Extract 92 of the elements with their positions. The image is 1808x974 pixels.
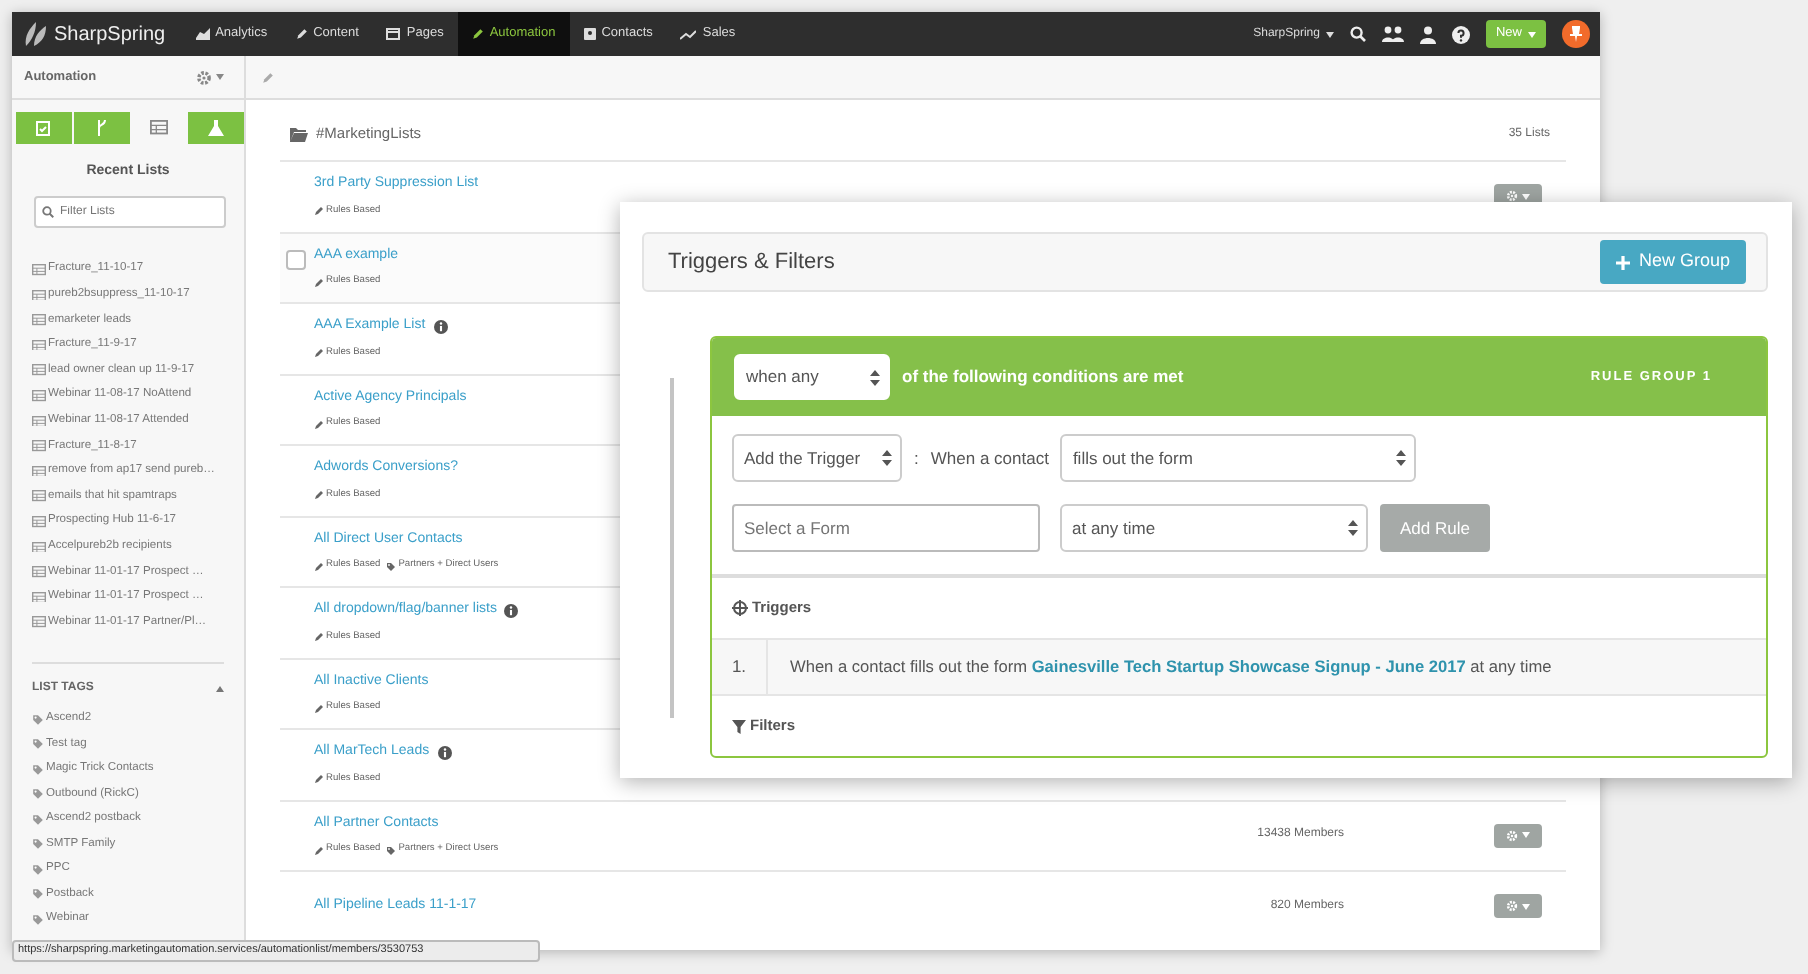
table-icon xyxy=(32,591,46,603)
brand-name: SharpSpring xyxy=(54,21,166,49)
table-icon xyxy=(32,515,46,528)
pencil-icon xyxy=(295,28,308,40)
tag-icon xyxy=(32,863,44,876)
people-icon[interactable] xyxy=(1381,25,1404,43)
sort-icon xyxy=(1348,520,1358,536)
row-checkbox[interactable] xyxy=(286,249,306,269)
pencil-icon xyxy=(314,561,324,571)
tag-icon xyxy=(32,738,44,751)
trigger-select[interactable]: Add the Trigger xyxy=(732,434,902,482)
search-icon[interactable] xyxy=(1349,26,1366,42)
pencil-icon xyxy=(314,206,324,216)
sidebar-tab[interactable] xyxy=(73,112,129,144)
tag-icon xyxy=(32,763,44,776)
caret-icon xyxy=(216,74,224,80)
table-icon xyxy=(32,314,46,326)
table-icon xyxy=(32,541,46,553)
tag-icon xyxy=(32,813,44,826)
plus-icon xyxy=(1616,255,1631,269)
tag-icon xyxy=(32,838,44,851)
window-icon xyxy=(386,28,401,40)
tag-icon xyxy=(32,913,44,926)
gear-icon xyxy=(1506,829,1518,842)
help-icon[interactable] xyxy=(1451,25,1470,43)
crosshair-icon xyxy=(732,600,748,616)
contact-card-icon xyxy=(583,28,596,40)
table-icon xyxy=(32,616,46,628)
table-icon xyxy=(32,490,46,502)
pencil-icon xyxy=(314,845,324,855)
tag-icon xyxy=(32,788,44,801)
sidebar-tab[interactable] xyxy=(188,112,244,144)
table-icon xyxy=(32,339,46,351)
row-settings-button[interactable] xyxy=(1494,894,1542,919)
pencil-icon xyxy=(314,419,324,429)
new-group-button[interactable]: New Group xyxy=(1600,240,1746,284)
pencil-icon xyxy=(314,490,324,500)
leaf-logo-icon xyxy=(24,20,48,48)
action-select[interactable]: fills out the form xyxy=(1060,434,1417,482)
tag-icon xyxy=(386,845,397,855)
sort-icon xyxy=(1396,450,1407,466)
table-icon xyxy=(32,364,46,376)
pin-icon xyxy=(1570,26,1582,42)
bar-chart-icon xyxy=(195,28,210,40)
table-icon xyxy=(32,566,46,578)
person-icon[interactable] xyxy=(1419,25,1436,43)
settings-menu-button[interactable] xyxy=(196,69,224,85)
match-select[interactable]: when any xyxy=(734,354,890,400)
clipboard-check-icon xyxy=(36,120,51,136)
trend-line-icon xyxy=(680,29,697,39)
tag-icon xyxy=(32,888,44,901)
when-text: When a contact xyxy=(930,445,1049,471)
table-icon xyxy=(32,415,46,427)
caret-icon xyxy=(1325,31,1334,37)
folder-icon xyxy=(290,127,308,141)
caret-icon xyxy=(1528,31,1536,37)
row-settings-button[interactable] xyxy=(1494,823,1542,848)
pencil-icon xyxy=(314,774,324,784)
table-icon xyxy=(32,440,46,452)
pencil-icon xyxy=(314,632,324,642)
trigger-sentence: When a contact fills out the form Gainesville Tech Startup Showcase Signup - June 2017 at any time xyxy=(788,654,1552,680)
trigger-number: 1. xyxy=(712,640,768,694)
avatar[interactable] xyxy=(1562,20,1590,48)
pencil-icon xyxy=(314,348,324,358)
panel-title: Triggers & Filters xyxy=(668,247,835,278)
table-icon xyxy=(149,120,168,136)
gear-icon xyxy=(196,69,212,85)
condition-text: of the following conditions are met xyxy=(902,364,1184,390)
pencil-icon xyxy=(314,277,324,287)
pencil-icon xyxy=(314,703,324,713)
caret-icon xyxy=(1522,903,1530,910)
form-field[interactable]: Select a Form xyxy=(732,504,1040,552)
branch-icon xyxy=(95,120,108,136)
table-icon xyxy=(32,389,46,402)
table-icon xyxy=(32,465,46,477)
gear-icon xyxy=(1506,900,1518,913)
sort-icon xyxy=(882,450,892,466)
sort-icon xyxy=(870,369,880,385)
separator-colon: : xyxy=(914,445,919,471)
funnel-icon xyxy=(732,719,746,733)
flask-icon xyxy=(208,120,225,136)
pencil-icon[interactable] xyxy=(262,71,274,83)
time-select[interactable]: at any time xyxy=(1060,504,1368,552)
tag-icon xyxy=(386,561,397,571)
tag-icon xyxy=(32,713,44,726)
form-link[interactable]: Gainesville Tech Startup Showcase Signup - June 2017 xyxy=(1031,656,1466,677)
table-icon xyxy=(32,264,46,276)
caret-icon xyxy=(1522,832,1530,839)
table-icon xyxy=(32,289,46,301)
pencil-icon xyxy=(471,28,484,40)
collapse-caret-icon[interactable] xyxy=(216,686,224,693)
sidebar-tab[interactable] xyxy=(16,112,72,144)
